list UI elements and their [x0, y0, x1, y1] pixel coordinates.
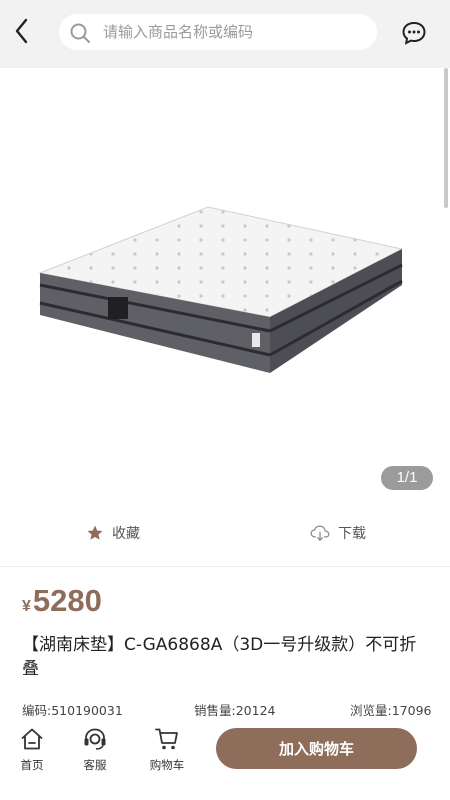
search-icon — [70, 23, 90, 43]
product-code: 编码:510190031 — [22, 703, 123, 718]
star-icon — [87, 525, 103, 540]
favorite-label: 收藏 — [112, 526, 140, 542]
download-button[interactable]: 下载 — [310, 510, 366, 556]
mattress-image — [38, 206, 404, 373]
favorite-button[interactable]: 收藏 — [86, 510, 140, 556]
search-input[interactable] — [103, 14, 363, 50]
bottom-bar: 首页 客服 购物车 加入购物车 — [0, 722, 450, 800]
chevron-left-icon — [15, 18, 28, 44]
price: ¥ 5280 — [22, 583, 102, 623]
sales-count: 销售量:20124 — [194, 703, 276, 718]
add-to-cart-button[interactable]: 加入购物车 — [216, 728, 417, 769]
action-row: 收藏 下载 — [0, 510, 450, 556]
tab-service[interactable]: 客服 — [70, 726, 120, 776]
currency-symbol: ¥ — [22, 598, 31, 615]
price-value: 5280 — [32, 583, 102, 618]
product-title: 【湖南床垫】C-GA6868A（3D一号升级款）不可折叠 — [22, 635, 417, 679]
cloud-download-icon — [310, 525, 330, 541]
tab-home-label: 首页 — [20, 758, 44, 772]
tab-cart-label: 购物车 — [149, 758, 185, 772]
divider — [0, 566, 450, 567]
product-meta: 编码:510190031 销售量:20124 浏览量:17096 — [0, 700, 450, 720]
tab-home[interactable]: 首页 — [7, 726, 57, 776]
message-button[interactable] — [401, 20, 427, 46]
top-bar — [0, 0, 450, 68]
view-count: 浏览量:17096 — [350, 703, 432, 718]
home-icon — [21, 728, 43, 750]
tab-cart[interactable]: 购物车 — [142, 726, 192, 776]
back-button[interactable] — [8, 14, 36, 48]
headset-icon — [84, 728, 106, 750]
page-indicator: 1/1 — [381, 466, 433, 490]
download-label: 下载 — [338, 526, 366, 542]
scrollbar[interactable] — [444, 68, 448, 208]
search-box[interactable] — [59, 14, 377, 50]
cart-icon — [155, 728, 178, 750]
tab-service-label: 客服 — [83, 758, 107, 772]
chat-bubble-icon — [402, 21, 426, 45]
